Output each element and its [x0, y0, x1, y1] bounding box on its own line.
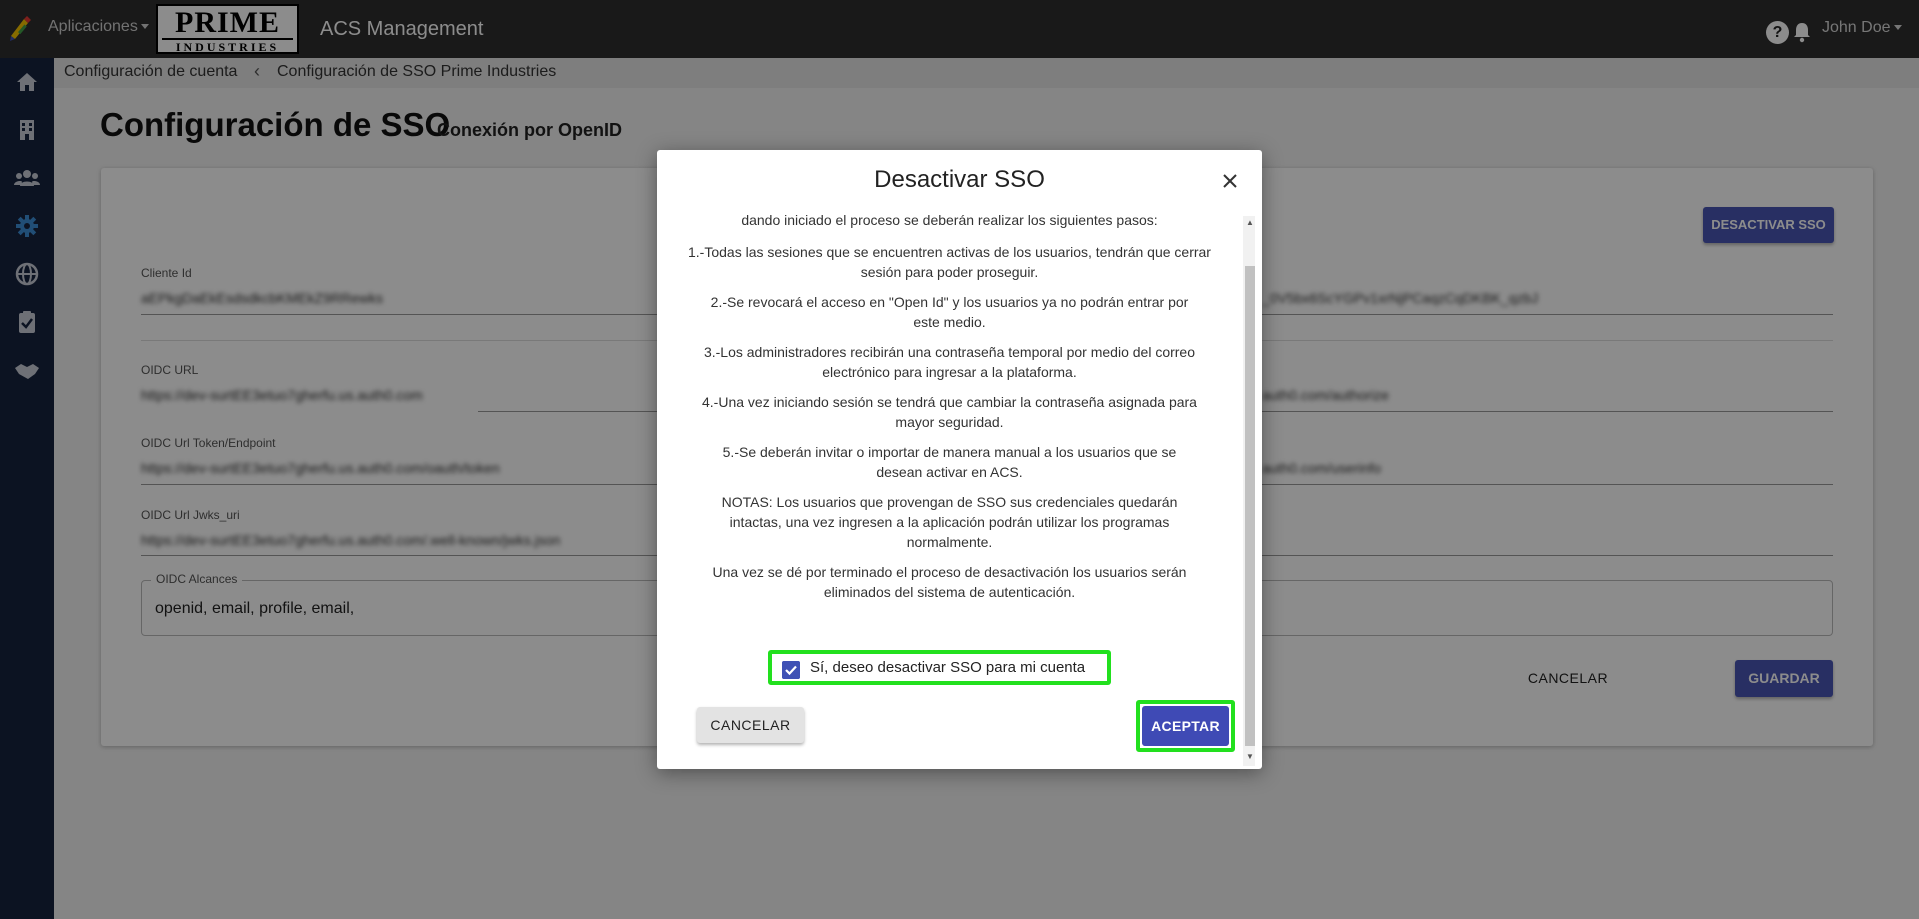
dialog-paragraph: 5.-Se deberán invitar o importar de mane…	[722, 444, 1177, 480]
accept-button[interactable]: ACEPTAR	[1142, 706, 1229, 746]
scroll-down-icon[interactable]: ▼	[1246, 752, 1254, 761]
accept-button-highlight: ACEPTAR	[1136, 700, 1235, 752]
dialog-body: dando iniciado el proceso se deberán rea…	[677, 210, 1222, 620]
confirm-deactivate-label[interactable]: Sí, deseo desactivar SSO para mi cuenta	[810, 659, 1085, 676]
dialog-paragraph: 2.-Se revocará el acceso en "Open Id" y …	[710, 294, 1189, 330]
dialog-cancel-button[interactable]: CANCELAR	[697, 707, 804, 743]
scroll-up-icon[interactable]: ▲	[1246, 218, 1254, 227]
dialog-title: Desactivar SSO	[874, 166, 1045, 193]
deactivate-sso-dialog: Desactivar SSO dando iniciado el proceso…	[657, 150, 1262, 769]
confirm-deactivate-checkbox-row[interactable]: Sí, deseo desactivar SSO para mi cuenta	[768, 650, 1111, 685]
checkbox-checked-icon[interactable]	[782, 661, 800, 679]
close-icon[interactable]	[1219, 170, 1241, 192]
dialog-paragraph: 3.-Los administradores recibirán una con…	[703, 344, 1196, 380]
dialog-paragraph: Una vez se dé por terminado el proceso d…	[712, 564, 1187, 600]
dialog-paragraph: NOTAS: Los usuarios que provengan de SSO…	[721, 494, 1178, 550]
dialog-scrollbar-thumb[interactable]	[1245, 266, 1255, 746]
dialog-paragraph: 1.-Todas las sesiones que se encuentren …	[688, 244, 1211, 280]
dialog-paragraph: 4.-Una vez iniciando sesión se tendrá qu…	[702, 394, 1197, 430]
dialog-paragraph: dando iniciado el proceso se deberán rea…	[741, 212, 1158, 228]
